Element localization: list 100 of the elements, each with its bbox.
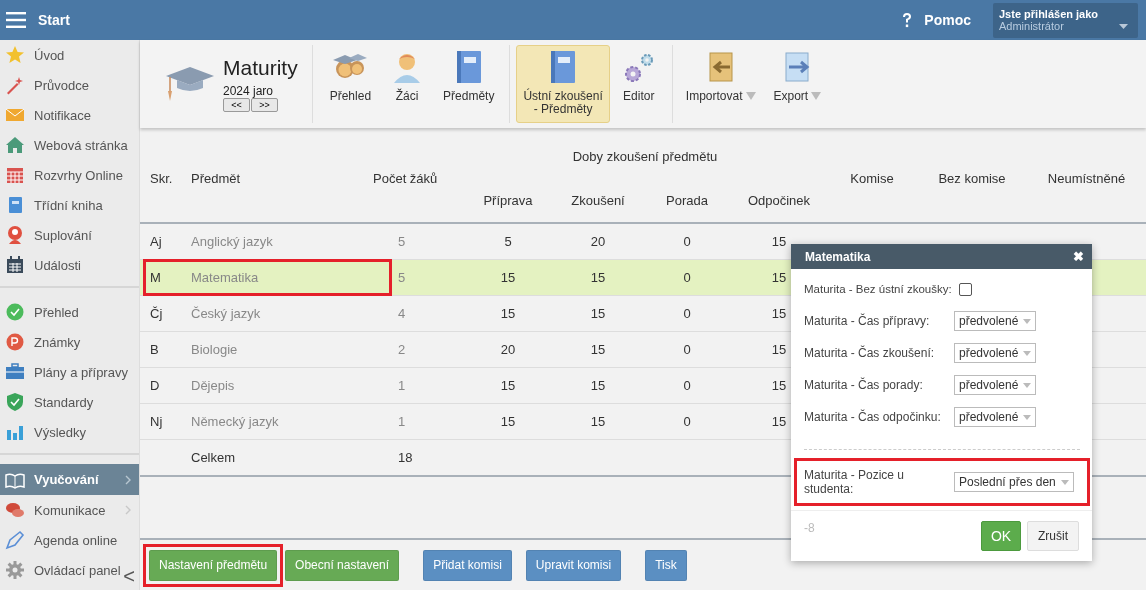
table-cell: Český jazyk <box>191 306 261 321</box>
table-cell: 15 <box>771 270 787 285</box>
table-cell: Matematika <box>191 270 259 285</box>
sidebar-item[interactable]: Agenda online <box>0 525 118 555</box>
home-icon <box>5 135 25 155</box>
app-title[interactable]: Start <box>38 12 70 28</box>
total-label: Celkem <box>191 450 236 465</box>
toolbar-button[interactable]: Export <box>766 45 829 123</box>
select-field[interactable]: předvolené <box>954 311 1037 331</box>
checkbox[interactable] <box>958 282 972 296</box>
column-header: Neumístněné <box>1047 171 1126 186</box>
shield-icon <box>5 392 25 412</box>
table-cell: 15 <box>771 342 787 357</box>
caret-icon <box>1023 350 1032 356</box>
sidebar-item[interactable]: Přehled <box>0 297 79 327</box>
sidebar-item[interactable]: Třídní kniha <box>0 190 103 220</box>
user-name: Administrátor <box>999 20 1064 32</box>
sidebar-item[interactable]: Plány a přípravy <box>0 357 128 387</box>
next-button[interactable]: >> <box>251 98 278 112</box>
select-field[interactable]: předvolené <box>954 343 1037 363</box>
sidebar-item[interactable]: Rozvrhy Online <box>0 160 123 190</box>
column-header: Zkoušení <box>571 192 625 208</box>
user-menu[interactable]: Jste přihlášen jako Administrátor <box>993 2 1138 38</box>
sidebar-item[interactable]: Standardy <box>0 387 94 417</box>
previous-button[interactable]: << <box>223 98 250 112</box>
calendar-icon <box>5 255 25 275</box>
toolbar-button[interactable]: Žáci <box>382 45 433 123</box>
collapse-button[interactable]: < <box>121 566 137 586</box>
field-label: Maturita - Čas porady: <box>804 378 924 392</box>
pen-icon <box>5 530 25 550</box>
cancel-button[interactable]: Zrušit <box>1027 521 1079 551</box>
table-cell: 15 <box>771 234 787 249</box>
table-cell: 0 <box>683 342 691 357</box>
check-icon <box>5 302 25 322</box>
toolbar-button[interactable]: Importovat <box>678 45 763 123</box>
sidebar-item[interactable]: Známky <box>0 327 81 357</box>
table-cell: 0 <box>683 414 691 429</box>
gear-icon <box>5 560 25 580</box>
caret-icon <box>1023 382 1032 388</box>
table-cell-text: 2 <box>397 342 406 357</box>
table-cell-text: Nj <box>149 414 163 429</box>
grid-icon <box>5 165 25 185</box>
caret-icon <box>1023 318 1032 324</box>
page-title: Maturity <box>223 56 298 80</box>
sidebar-item[interactable]: Suplování <box>0 220 92 250</box>
table-cell: 20 <box>590 234 606 249</box>
table-cell: 15 <box>500 270 516 285</box>
help-link[interactable]: Pomoc <box>902 12 971 28</box>
table-cell: 0 <box>683 378 691 393</box>
table-cell-text: Aj <box>149 234 162 249</box>
table-cell-text: D <box>149 378 160 393</box>
action-button[interactable]: Přidat komisi <box>423 549 512 581</box>
table-cell-text: 1 <box>397 414 406 429</box>
table-cell: Biologie <box>191 342 238 357</box>
sidebar-item[interactable]: Průvodce <box>0 70 89 100</box>
caret-icon <box>1023 414 1032 420</box>
toolbar-button[interactable]: Přehled <box>322 45 379 123</box>
field-label: Maturita - Čas zkoušení: <box>804 346 936 360</box>
sidebar-item[interactable]: Úvod <box>0 40 65 70</box>
sidebar-item[interactable]: Ovládací panel <box>0 555 121 585</box>
column-header: Odpočinek <box>747 192 811 208</box>
table-cell: 20 <box>500 342 516 357</box>
sidebar-item[interactable]: Výsledky <box>0 417 87 447</box>
column-header: Počet žáků <box>373 171 438 186</box>
action-button[interactable]: Upravit komisi <box>525 549 622 581</box>
sidebar-item[interactable]: Notifikace <box>0 100 92 130</box>
user-label: Jste přihlášen jako <box>999 8 1100 20</box>
select-field[interactable]: předvolené <box>954 375 1037 395</box>
table-cell-text: 5 <box>397 234 406 249</box>
sidebar-item[interactable]: Komunikace <box>0 495 139 525</box>
toolbar-button[interactable]: Editor <box>613 45 664 123</box>
sidebar-item[interactable]: Vyučování <box>0 464 139 495</box>
table-cell: 15 <box>500 378 516 393</box>
field-label: Maturita - Pozice u studenta: <box>804 468 906 496</box>
column-header: Komise <box>850 171 894 186</box>
toolbar-button[interactable]: Ústní zkoušení - Předměty <box>516 45 610 123</box>
field-label: Maturita - Bez ústní zkoušky: <box>804 283 952 295</box>
toolbar-button[interactable]: Předměty <box>436 45 502 123</box>
table-cell: 15 <box>590 342 606 357</box>
chat-icon <box>5 500 25 520</box>
column-header: Bez komise <box>938 171 1006 186</box>
menu-icon[interactable] <box>6 12 26 28</box>
table-cell: 15 <box>590 270 606 285</box>
grade-icon <box>5 332 25 352</box>
select-field[interactable]: Poslední přes den <box>954 472 1074 492</box>
table-cell: 0 <box>683 270 691 285</box>
star-icon <box>5 45 25 65</box>
table-cell: 15 <box>590 306 606 321</box>
caret-icon <box>1060 479 1069 485</box>
action-button[interactable]: Tisk <box>645 549 687 581</box>
table-cell: 15 <box>590 414 606 429</box>
sidebar-item[interactable]: Webová stránka <box>0 130 128 160</box>
table-cell: Dějepis <box>191 378 235 393</box>
sidebar-item[interactable]: Události <box>0 250 81 280</box>
briefcase-icon <box>5 362 25 382</box>
table-cell-text: 5 <box>397 270 406 285</box>
table-cell: 5 <box>504 234 512 249</box>
select-field[interactable]: předvolené <box>954 407 1037 427</box>
table-cell: 15 <box>771 378 787 393</box>
column-header: Skr. <box>149 171 173 186</box>
